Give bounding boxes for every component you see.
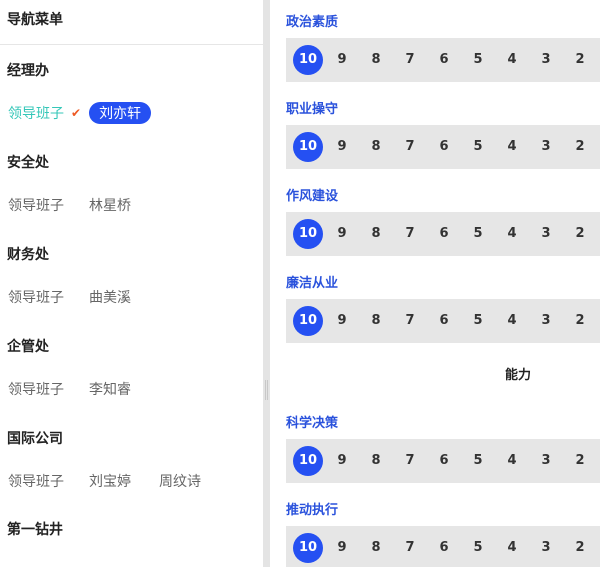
score-option-10[interactable]: 10 [293,446,323,476]
score-selector: 10 9 8 7 6 5 4 3 2 [286,299,600,343]
score-option-2[interactable]: 2 [565,219,595,249]
dept-row: 领导班子 李知睿 [8,377,159,401]
person-item[interactable]: 李知睿 [89,379,131,399]
score-option-6[interactable]: 6 [429,132,459,162]
score-option-9[interactable]: 9 [327,306,357,336]
score-option-10[interactable]: 10 [293,306,323,336]
evaluation-panel: 政治素质 10 9 8 7 6 5 4 3 2 职业操守 10 9 8 7 6 5 4 3 2 作风建设 10 9… [270,0,600,567]
score-option-2[interactable]: 2 [565,45,595,75]
score-option-5[interactable]: 5 [463,306,493,336]
score-option-6[interactable]: 6 [429,219,459,249]
dept-row: 领导班子 曲美溪 [8,285,159,309]
sidebar-header: 导航菜单 [0,0,263,45]
score-option-3[interactable]: 3 [531,533,561,563]
criterion-title: 推动执行 [286,503,339,518]
group-label[interactable]: 领导班子 [8,195,64,215]
score-option-9[interactable]: 9 [327,132,357,162]
dept-row: 领导班子 刘宝婷 周纹诗 [8,469,229,493]
score-option-3[interactable]: 3 [531,306,561,336]
score-option-2[interactable]: 2 [565,446,595,476]
score-option-8[interactable]: 8 [361,306,391,336]
group-label[interactable]: 领导班子 [8,103,64,123]
section-heading: 能力 [505,368,532,383]
score-option-4[interactable]: 4 [497,45,527,75]
criterion-title: 科学决策 [286,416,339,431]
person-item[interactable]: 林星桥 [89,195,131,215]
dept-heading[interactable]: 第一钻井 [7,519,63,539]
score-option-7[interactable]: 7 [395,306,425,336]
score-option-4[interactable]: 4 [497,306,527,336]
score-option-10[interactable]: 10 [293,132,323,162]
person-item[interactable]: 刘宝婷 [89,471,131,491]
score-option-3[interactable]: 3 [531,45,561,75]
dept-heading[interactable]: 经理办 [7,60,49,80]
score-option-9[interactable]: 9 [327,219,357,249]
score-option-2[interactable]: 2 [565,306,595,336]
score-option-9[interactable]: 9 [327,533,357,563]
score-option-5[interactable]: 5 [463,45,493,75]
score-option-5[interactable]: 5 [463,219,493,249]
score-selector: 10 9 8 7 6 5 4 3 2 [286,439,600,483]
score-option-3[interactable]: 3 [531,132,561,162]
score-option-4[interactable]: 4 [497,132,527,162]
score-option-5[interactable]: 5 [463,533,493,563]
group-label[interactable]: 领导班子 [8,471,64,491]
criterion-title: 作风建设 [286,189,339,204]
score-option-2[interactable]: 2 [565,533,595,563]
criterion-title: 廉洁从业 [286,276,339,291]
score-option-7[interactable]: 7 [395,446,425,476]
dept-heading[interactable]: 财务处 [7,244,49,264]
person-chip[interactable]: 刘亦轩 [89,102,152,124]
score-option-8[interactable]: 8 [361,45,391,75]
score-selector: 10 9 8 7 6 5 4 3 2 [286,526,600,567]
score-option-5[interactable]: 5 [463,446,493,476]
score-option-4[interactable]: 4 [497,533,527,563]
score-selector: 10 9 8 7 6 5 4 3 2 [286,38,600,82]
score-option-7[interactable]: 7 [395,132,425,162]
score-option-3[interactable]: 3 [531,446,561,476]
score-option-4[interactable]: 4 [497,219,527,249]
dept-heading[interactable]: 国际公司 [7,428,63,448]
sidebar: 导航菜单 经理办 领导班子 ✔ 刘亦轩 安全处 领导班子 林星桥 财务处 领导班… [0,0,263,567]
score-option-9[interactable]: 9 [327,45,357,75]
person-item[interactable]: 曲美溪 [89,287,131,307]
score-option-6[interactable]: 6 [429,533,459,563]
score-option-7[interactable]: 7 [395,219,425,249]
score-option-9[interactable]: 9 [327,446,357,476]
criterion-title: 职业操守 [286,102,339,117]
score-option-8[interactable]: 8 [361,219,391,249]
group-label[interactable]: 领导班子 [8,287,64,307]
score-option-10[interactable]: 10 [293,219,323,249]
dept-row: 领导班子 ✔ 刘亦轩 [8,101,161,125]
score-option-8[interactable]: 8 [361,446,391,476]
dept-row: 领导班子 林星桥 [8,193,159,217]
score-option-2[interactable]: 2 [565,132,595,162]
score-option-4[interactable]: 4 [497,446,527,476]
score-option-6[interactable]: 6 [429,306,459,336]
score-selector: 10 9 8 7 6 5 4 3 2 [286,212,600,256]
score-option-8[interactable]: 8 [361,132,391,162]
criterion-title: 政治素质 [286,15,339,30]
score-selector: 10 9 8 7 6 5 4 3 2 [286,125,600,169]
dept-heading[interactable]: 安全处 [7,152,49,172]
person-item[interactable]: 周纹诗 [159,471,201,491]
score-option-6[interactable]: 6 [429,45,459,75]
score-option-7[interactable]: 7 [395,533,425,563]
group-label[interactable]: 领导班子 [8,379,64,399]
score-option-3[interactable]: 3 [531,219,561,249]
drag-handle-icon[interactable] [265,380,268,400]
score-option-10[interactable]: 10 [293,45,323,75]
score-option-5[interactable]: 5 [463,132,493,162]
score-option-7[interactable]: 7 [395,45,425,75]
score-option-8[interactable]: 8 [361,533,391,563]
score-option-10[interactable]: 10 [293,533,323,563]
dept-heading[interactable]: 企管处 [7,336,49,356]
score-option-6[interactable]: 6 [429,446,459,476]
check-icon: ✔ [71,106,82,120]
sidebar-splitter[interactable] [263,0,270,567]
